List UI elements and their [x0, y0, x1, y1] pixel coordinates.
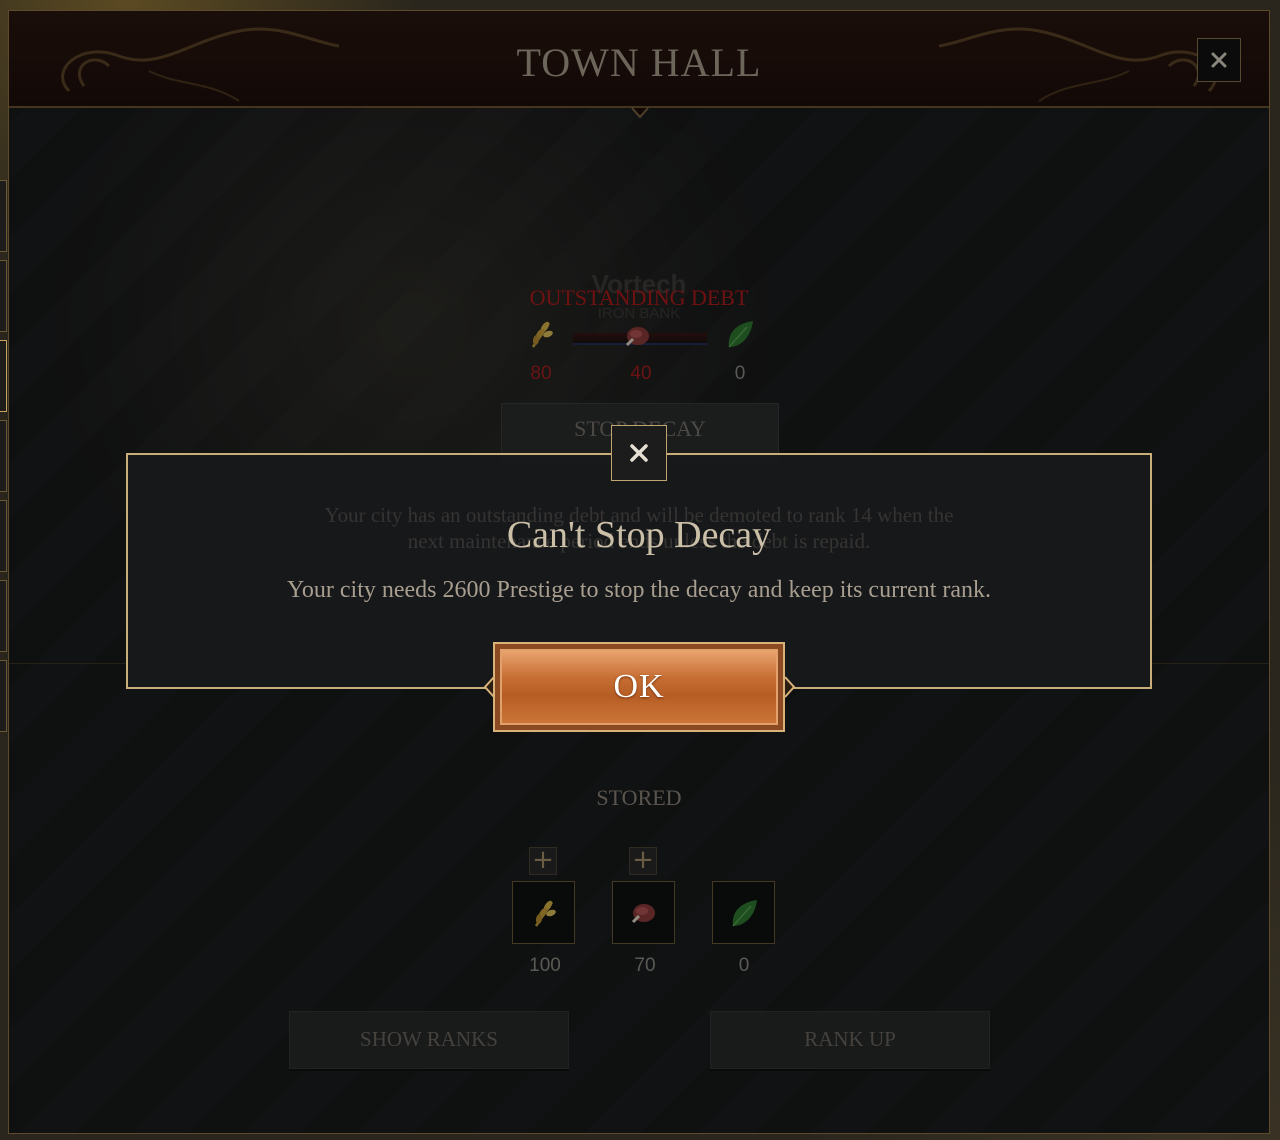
ok-button-label: OK: [613, 668, 665, 705]
side-menu-strip: [0, 180, 8, 740]
close-icon: [630, 444, 648, 462]
dialog-message: Your city needs 2600 Prestige to stop th…: [286, 577, 992, 603]
side-menu-tab[interactable]: [0, 420, 7, 492]
side-menu-tab[interactable]: [0, 260, 7, 332]
dialog-close-button[interactable]: [611, 425, 667, 481]
ok-button[interactable]: OK: [493, 642, 785, 732]
side-menu-tab[interactable]: [0, 500, 7, 572]
side-menu-tab[interactable]: [0, 340, 7, 412]
dialog-title: Can't Stop Decay: [506, 514, 772, 556]
side-menu-tab[interactable]: [0, 660, 7, 732]
side-menu-tab[interactable]: [0, 180, 7, 252]
arrow-right-icon: [784, 676, 796, 698]
side-menu-tab[interactable]: [0, 580, 7, 652]
